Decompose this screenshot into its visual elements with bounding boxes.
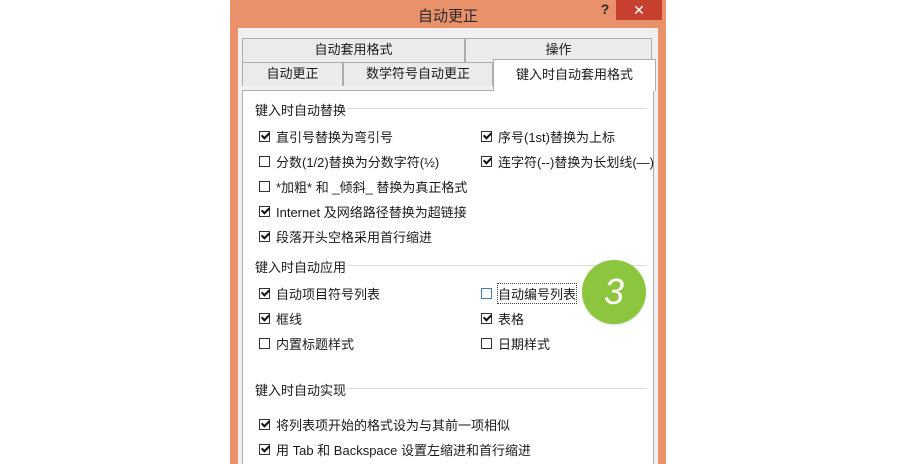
option-date-styles[interactable]: 日期样式 (481, 335, 551, 352)
option-fractions[interactable]: 分数(1/2)替换为分数字符(½) (259, 153, 440, 170)
option-label: Internet 及网络路径替换为超链接 (276, 204, 467, 220)
option-first-line-indent[interactable]: 段落开头空格采用首行缩进 (259, 228, 433, 245)
tab-autocorrect[interactable]: 自动更正 (242, 62, 343, 86)
checkbox[interactable] (259, 130, 270, 142)
checkbox[interactable] (259, 205, 270, 217)
section-title-apply: 键入时自动应用 (255, 260, 347, 275)
option-label: *加粗* 和 _倾斜_ 替换为真正格式 (276, 179, 468, 195)
option-label: 段落开头空格采用首行缩进 (276, 229, 433, 245)
option-label: 内置标题样式 (276, 336, 355, 352)
titlebar: 自动更正 ? ✕ (230, 0, 666, 28)
checkbox[interactable] (259, 337, 270, 349)
checkbox[interactable] (481, 287, 492, 299)
dialog-body: 自动套用格式 操作 自动更正 数学符号自动更正 键入时自动套用格式 键入时自动替… (238, 28, 658, 464)
tab-autoformat[interactable]: 自动套用格式 (242, 38, 465, 62)
option-label: 直引号替换为弯引号 (276, 129, 394, 145)
checkbox[interactable] (259, 287, 270, 299)
option-auto-bullets[interactable]: 自动项目符号列表 (259, 285, 381, 302)
checkbox[interactable] (259, 418, 270, 430)
checkbox[interactable] (481, 155, 492, 167)
section-title-implement: 键入时自动实现 (255, 383, 347, 398)
checkbox[interactable] (259, 443, 270, 455)
option-list-format-similar[interactable]: 将列表项开始的格式设为与其前一项相似 (259, 416, 511, 433)
autocorrect-dialog: 自动更正 ? ✕ 自动套用格式 操作 自动更正 数学符号自动更正 键入时自动套用… (230, 0, 666, 464)
option-heading-styles[interactable]: 内置标题样式 (259, 335, 355, 352)
option-tab-backspace-indent[interactable]: 用 Tab 和 Backspace 设置左缩进和首行缩进 (259, 441, 531, 458)
option-label: 连字符(--)替换为长划线(—) (498, 154, 654, 170)
tab-math-autocorrect[interactable]: 数学符号自动更正 (343, 62, 493, 86)
option-label: 框线 (276, 311, 303, 327)
checkbox[interactable] (259, 230, 270, 242)
section-title-replace: 键入时自动替换 (255, 103, 347, 118)
option-label: 序号(1st)替换为上标 (498, 129, 616, 145)
option-hyphens-dash[interactable]: 连字符(--)替换为长划线(—) (481, 153, 654, 170)
option-label: 自动编号列表 (496, 282, 578, 304)
section-divider (347, 388, 647, 389)
tab-autoformat-as-you-type[interactable]: 键入时自动套用格式 (493, 59, 656, 91)
option-label: 表格 (498, 311, 525, 327)
step-number-badge: 3 (582, 260, 646, 324)
checkbox[interactable] (259, 155, 270, 167)
option-hyperlinks[interactable]: Internet 及网络路径替换为超链接 (259, 203, 467, 220)
option-label: 用 Tab 和 Backspace 设置左缩进和首行缩进 (276, 442, 531, 458)
option-straight-quotes[interactable]: 直引号替换为弯引号 (259, 128, 394, 145)
checkbox[interactable] (259, 312, 270, 324)
checkbox[interactable] (481, 130, 492, 142)
checkbox[interactable] (259, 180, 270, 192)
option-label: 日期样式 (498, 336, 551, 352)
help-button[interactable]: ? (596, 1, 614, 21)
section-divider (347, 108, 647, 109)
option-ordinals-superscript[interactable]: 序号(1st)替换为上标 (481, 128, 616, 145)
checkbox[interactable] (481, 312, 492, 324)
option-auto-numbering[interactable]: 自动编号列表 (481, 282, 578, 304)
checkbox[interactable] (481, 337, 492, 349)
option-tables[interactable]: 表格 (481, 310, 525, 327)
option-bold-italic[interactable]: *加粗* 和 _倾斜_ 替换为真正格式 (259, 178, 468, 195)
close-button[interactable]: ✕ (616, 0, 662, 20)
option-label: 分数(1/2)替换为分数字符(½) (276, 154, 440, 170)
option-label: 将列表项开始的格式设为与其前一项相似 (276, 417, 511, 433)
option-label: 自动项目符号列表 (276, 286, 381, 302)
option-borders[interactable]: 框线 (259, 310, 303, 327)
